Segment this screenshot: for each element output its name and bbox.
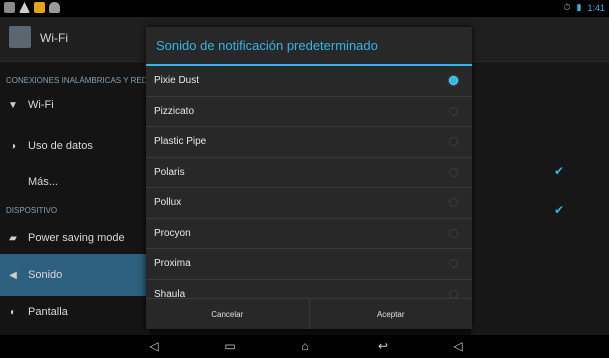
sidebar-item-label: Sonido <box>28 269 63 281</box>
status-bar: ⏱ ▮ 1:41 <box>0 0 609 17</box>
sidebar-item-data-usage[interactable]: ◑ Uso de datos <box>0 130 150 162</box>
radio-selected-icon[interactable] <box>449 76 458 86</box>
ringtone-option[interactable]: Proxima <box>146 249 472 280</box>
ringtone-option[interactable]: Shaula <box>146 280 472 298</box>
ringtone-option[interactable]: Pollux <box>146 188 472 219</box>
sidebar-item-sound[interactable]: ◀ Sonido <box>0 254 150 296</box>
wifi-icon: ▼ <box>8 99 18 111</box>
radio-icon[interactable] <box>449 289 458 298</box>
recent-apps-icon[interactable]: ▭ <box>218 339 242 353</box>
ringtone-option[interactable]: Pixie Dust <box>146 66 472 97</box>
ringtone-option[interactable]: Procyon <box>146 219 472 249</box>
sidebar-item-label: Más... <box>28 176 58 188</box>
screenshot-icon <box>4 2 15 13</box>
ringtone-list: Pixie Dust Pizzicato Plastic Pipe Polari… <box>146 66 472 298</box>
page-title: Wi-Fi <box>40 31 68 45</box>
radio-icon[interactable] <box>449 167 458 177</box>
alarm-icon: ⏱ <box>563 2 571 12</box>
section-header-device: DISPOSITIVO <box>6 206 58 215</box>
warning-icon <box>19 2 30 13</box>
sidebar-item-wifi[interactable]: ▼ Wi-Fi <box>0 89 150 121</box>
android-icon <box>49 2 60 13</box>
ringtone-option[interactable]: Plastic Pipe <box>146 127 472 158</box>
checkbox-checked-icon[interactable]: ✔ <box>554 203 564 217</box>
navigation-bar: ◁ ▭ ⌂ ↩ ◁ <box>0 335 609 358</box>
notification-icons <box>4 2 60 13</box>
radio-icon[interactable] <box>449 228 458 238</box>
sidebar-item-power-saving[interactable]: ▰ Power saving mode <box>0 222 150 254</box>
sound-icon: ◀ <box>9 269 17 281</box>
settings-sidebar: CONEXIONES INALÁMBRICAS Y RED ▼ Wi-Fi ◑ … <box>0 62 150 335</box>
battery-icon: ▰ <box>9 232 17 244</box>
radio-icon[interactable] <box>449 259 458 269</box>
app-icon <box>34 2 45 13</box>
radio-icon[interactable] <box>449 198 458 208</box>
settings-detail-panel: ✔ ✔ <box>471 62 609 335</box>
sidebar-item-label: Pantalla <box>28 306 68 318</box>
cancel-button[interactable]: Cancelar <box>146 299 309 329</box>
home-icon[interactable]: ⌂ <box>293 339 317 353</box>
settings-app-icon[interactable] <box>9 26 31 48</box>
data-usage-icon: ◑ <box>9 140 17 152</box>
dialog-title: Sonido de notificación predeterminado <box>146 27 472 66</box>
dialog-button-bar: Cancelar Aceptar <box>146 298 472 329</box>
volume-up-icon[interactable]: ◁ <box>446 339 470 353</box>
display-icon: ◐ <box>9 306 17 318</box>
notification-sound-dialog: Sonido de notificación predeterminado Pi… <box>146 27 472 329</box>
ringtone-option[interactable]: Pizzicato <box>146 97 472 127</box>
back-icon[interactable]: ↩ <box>371 339 395 353</box>
sidebar-item-display[interactable]: ◐ Pantalla <box>0 296 150 328</box>
clock: 1:41 <box>587 2 605 13</box>
sidebar-item-label: Wi-Fi <box>28 99 54 111</box>
volume-down-icon[interactable]: ◁ <box>142 339 166 353</box>
sidebar-item-label: Uso de datos <box>28 140 93 152</box>
sidebar-item-more[interactable]: Más... <box>0 166 150 198</box>
radio-icon[interactable] <box>449 137 458 147</box>
battery-icon: ▮ <box>576 2 582 12</box>
sidebar-item-label: Power saving mode <box>28 232 125 244</box>
checkbox-checked-icon[interactable]: ✔ <box>554 164 564 178</box>
status-indicators: ⏱ ▮ 1:41 <box>563 2 605 13</box>
radio-icon[interactable] <box>449 106 458 116</box>
ringtone-option[interactable]: Polaris <box>146 158 472 188</box>
section-header-wireless: CONEXIONES INALÁMBRICAS Y RED <box>6 76 148 85</box>
accept-button[interactable]: Aceptar <box>308 299 473 329</box>
